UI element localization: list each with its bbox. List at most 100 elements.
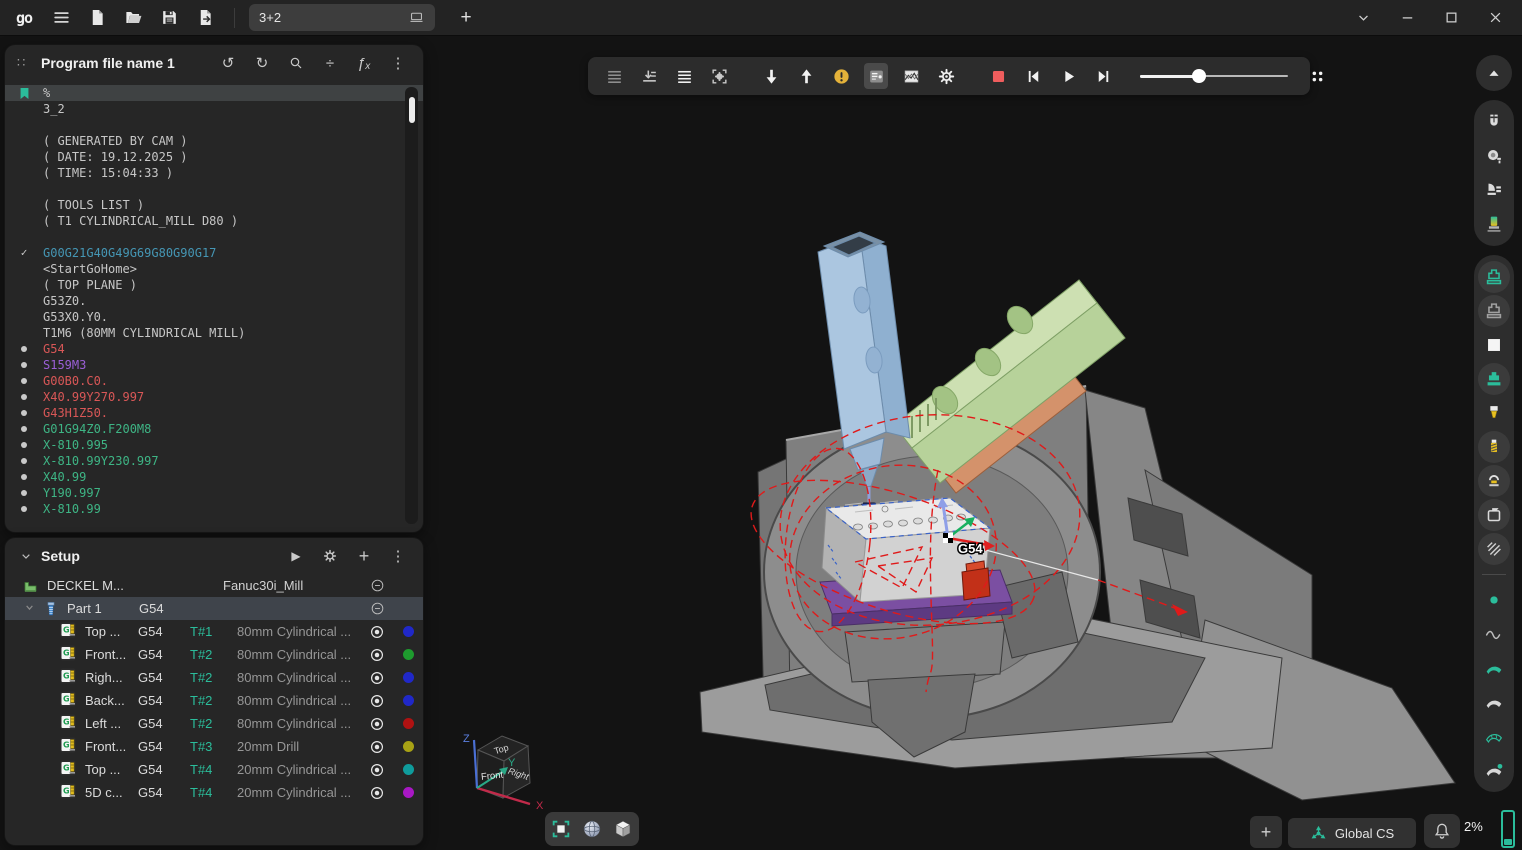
code-line[interactable]: ( TIME: 15:04:33 ) bbox=[5, 165, 423, 181]
open-file-button[interactable] bbox=[118, 4, 148, 32]
gcode-editor[interactable]: %3_2( GENERATED BY CAM )( DATE: 19.12.20… bbox=[5, 85, 423, 526]
new-tab-button[interactable]: + bbox=[454, 7, 478, 29]
drag-handle-icon[interactable]: ∷ bbox=[17, 55, 37, 71]
close-button[interactable] bbox=[1478, 4, 1512, 32]
probe-toggle[interactable] bbox=[1477, 139, 1511, 173]
code-line[interactable]: Y190.997 bbox=[5, 485, 423, 501]
notifications-button[interactable] bbox=[1424, 814, 1460, 848]
operation-row[interactable]: GTop ...G54T#420mm Cylindrical ... bbox=[5, 758, 423, 781]
code-line[interactable]: X-810.99 bbox=[5, 501, 423, 517]
code-line[interactable]: ✓G00G21G40G49G69G80G90G17 bbox=[5, 245, 423, 261]
step-up-button[interactable] bbox=[794, 63, 818, 89]
operation-row[interactable]: GFront...G54T#280mm Cylindrical ... bbox=[5, 643, 423, 666]
maximize-button[interactable] bbox=[1434, 4, 1468, 32]
surface-wireframe-toggle[interactable] bbox=[1477, 719, 1511, 753]
operation-color-dot[interactable] bbox=[394, 626, 423, 637]
surface-shaded-toggle[interactable] bbox=[1477, 651, 1511, 685]
code-line[interactable]: T1M6 (80MM CYLINDRICAL MILL) bbox=[5, 325, 423, 341]
skip-to-start-button[interactable] bbox=[1021, 63, 1045, 89]
skip-to-end-button[interactable] bbox=[1091, 63, 1115, 89]
fixture-toggle[interactable] bbox=[1477, 173, 1511, 207]
code-line[interactable]: X-810.99Y230.997 bbox=[5, 453, 423, 469]
tool-shank-toggle[interactable] bbox=[1478, 431, 1510, 463]
play-button[interactable] bbox=[1056, 63, 1080, 89]
code-line[interactable] bbox=[5, 117, 423, 133]
operation-row[interactable]: G5D c...G54T#420mm Cylindrical ... bbox=[5, 781, 423, 804]
points-display-toggle[interactable] bbox=[1477, 583, 1511, 617]
stop-button[interactable] bbox=[986, 63, 1010, 89]
stock-box-toggle[interactable] bbox=[1478, 499, 1510, 531]
tool-toggle[interactable] bbox=[1477, 396, 1511, 430]
speed-slider-thumb[interactable] bbox=[1192, 69, 1206, 83]
setup-settings-button[interactable] bbox=[317, 544, 343, 568]
run-simulation-button[interactable]: ▶ bbox=[283, 544, 309, 568]
part-collapse-chevron[interactable] bbox=[23, 601, 43, 617]
code-text-button[interactable] bbox=[672, 63, 696, 89]
toolpath-curve-toggle[interactable] bbox=[1477, 617, 1511, 651]
operation-color-dot[interactable] bbox=[394, 764, 423, 775]
settings-button[interactable] bbox=[934, 63, 958, 89]
code-line[interactable]: X-810.995 bbox=[5, 437, 423, 453]
code-line[interactable]: ( DATE: 19.12.2025 ) bbox=[5, 149, 423, 165]
global-cs-button[interactable]: Global CS bbox=[1288, 818, 1416, 848]
isometric-view-button[interactable] bbox=[610, 816, 636, 842]
warnings-button[interactable] bbox=[829, 63, 853, 89]
undo-button[interactable]: ↺ bbox=[215, 51, 241, 75]
code-line[interactable]: ( GENERATED BY CAM ) bbox=[5, 133, 423, 149]
code-line[interactable]: S159M3 bbox=[5, 357, 423, 373]
save-file-button[interactable] bbox=[154, 4, 184, 32]
setup-menu-button[interactable]: ⋮ bbox=[385, 544, 411, 568]
toolholder-toggle[interactable] bbox=[1477, 207, 1511, 241]
surface-light-toggle[interactable] bbox=[1477, 685, 1511, 719]
toolpath-lines-button[interactable] bbox=[602, 63, 626, 89]
code-line[interactable] bbox=[5, 181, 423, 197]
layout-grid-button[interactable] bbox=[1305, 63, 1329, 89]
control-panel-button[interactable] bbox=[864, 63, 888, 89]
code-line[interactable] bbox=[5, 229, 423, 245]
speed-slider[interactable] bbox=[1140, 66, 1288, 86]
goto-line-button[interactable] bbox=[637, 63, 661, 89]
operation-color-dot[interactable] bbox=[394, 649, 423, 660]
view-cube[interactable]: Z X Y Top Front Right bbox=[450, 726, 560, 822]
machine-visibility-toggle[interactable] bbox=[1478, 261, 1510, 293]
frame-selection-button[interactable] bbox=[707, 63, 731, 89]
function-button[interactable]: ƒₓ bbox=[351, 51, 377, 75]
code-line[interactable]: ( TOOLS LIST ) bbox=[5, 197, 423, 213]
material-hatch-toggle[interactable] bbox=[1478, 533, 1510, 565]
operation-active-radio[interactable] bbox=[360, 784, 394, 802]
collision-check-button[interactable] bbox=[899, 63, 923, 89]
machine-exclude-button[interactable] bbox=[355, 577, 400, 594]
code-line[interactable]: X40.99Y270.997 bbox=[5, 389, 423, 405]
operation-active-radio[interactable] bbox=[360, 646, 394, 664]
minimize-button[interactable] bbox=[1390, 4, 1424, 32]
setup-collapse-chevron[interactable] bbox=[13, 544, 39, 568]
code-scrollbar-thumb[interactable] bbox=[409, 97, 415, 123]
export-file-button[interactable] bbox=[190, 4, 220, 32]
operation-active-radio[interactable] bbox=[360, 715, 394, 733]
machine-row[interactable]: DECKEL M... Fanuc30i_Mill bbox=[5, 574, 423, 597]
operation-row[interactable]: GFront...G54T#320mm Drill bbox=[5, 735, 423, 758]
operation-color-dot[interactable] bbox=[394, 718, 423, 729]
redo-button[interactable]: ↻ bbox=[249, 51, 275, 75]
code-line[interactable]: X40.99 bbox=[5, 469, 423, 485]
operation-color-dot[interactable] bbox=[394, 787, 423, 798]
stock-toggle[interactable] bbox=[1477, 328, 1511, 362]
step-down-button[interactable] bbox=[759, 63, 783, 89]
operation-active-radio[interactable] bbox=[360, 669, 394, 687]
orbit-view-button[interactable] bbox=[579, 816, 605, 842]
window-menu-chevron[interactable] bbox=[1346, 4, 1380, 32]
target-part-toggle[interactable] bbox=[1478, 363, 1510, 395]
part-exclude-button[interactable] bbox=[355, 600, 400, 617]
machine-housing-toggle[interactable] bbox=[1478, 295, 1510, 327]
code-line[interactable]: <StartGoHome> bbox=[5, 261, 423, 277]
code-line[interactable]: G53Z0. bbox=[5, 293, 423, 309]
add-operation-button[interactable]: + bbox=[351, 544, 377, 568]
code-line[interactable]: G53X0.Y0. bbox=[5, 309, 423, 325]
program-menu-button[interactable]: ⋮ bbox=[385, 51, 411, 75]
operation-color-dot[interactable] bbox=[394, 695, 423, 706]
main-menu-button[interactable] bbox=[46, 4, 76, 32]
divide-blocks-button[interactable]: ÷ bbox=[317, 51, 343, 75]
code-line[interactable]: G01G94Z0.F200M8 bbox=[5, 421, 423, 437]
surface-points-toggle[interactable] bbox=[1477, 753, 1511, 787]
search-icon[interactable] bbox=[283, 51, 309, 75]
